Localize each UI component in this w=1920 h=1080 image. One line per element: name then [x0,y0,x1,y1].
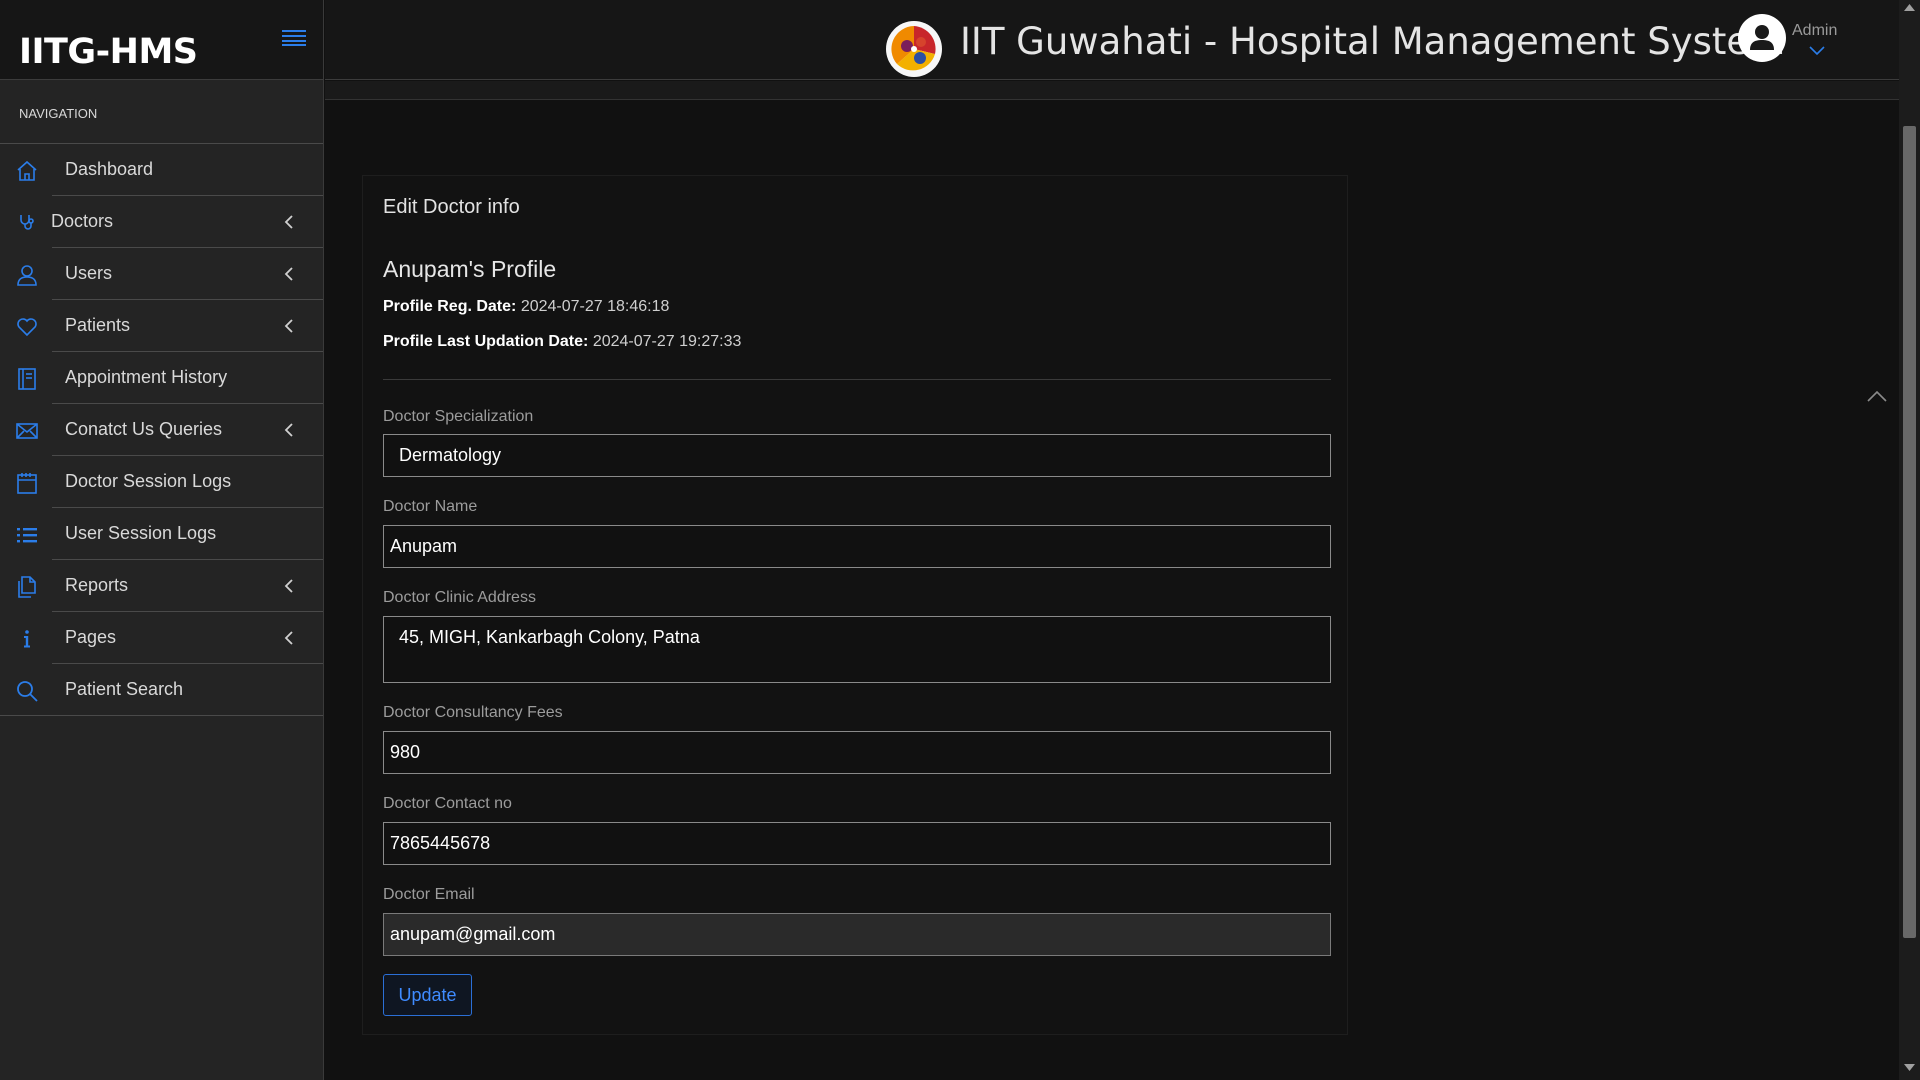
info-icon [24,630,30,648]
home-icon [17,160,37,181]
chevron-left-icon [284,215,293,229]
sidebar-item-label: Conatct Us Queries [65,419,223,439]
sidebar-item-label: Doctor Session Logs [65,471,232,491]
clinic-address-textarea[interactable]: 45, MIGH, Kankarbagh Colony, Patna [383,616,1331,683]
book-icon [18,368,36,390]
back-to-top-icon[interactable] [1866,389,1888,403]
scroll-up-arrow-icon[interactable] [1904,3,1915,11]
sidebar-item-doctors[interactable]: Doctors [20,196,323,248]
page-scrollbar[interactable] [1899,0,1920,1080]
sidebar-item-contact-queries[interactable]: Conatct Us Queries [16,404,323,456]
sidebar-item-pages[interactable]: Pages [24,612,323,664]
sidebar-item-label: Appointment History [65,367,228,387]
specialization-label: Doctor Specialization [383,408,534,425]
chevron-left-icon [284,267,293,281]
sidebar-item-label: Doctors [51,211,114,231]
panel-heading: Edit Doctor info [383,196,520,218]
sidebar-item-doctor-session-logs[interactable]: Doctor Session Logs [17,456,323,508]
app-title: IIT Guwahati - Hospital Management Syste… [960,20,1786,63]
avatar[interactable] [1738,14,1786,62]
user-icon [17,265,37,286]
chevron-left-icon [284,631,293,645]
brand-name[interactable]: IITG-HMS [19,32,198,72]
chevron-left-icon [284,423,293,437]
chevron-down-icon[interactable] [1808,44,1826,56]
reg-date-label: Profile Reg. Date: [383,298,517,315]
doctor-name-input[interactable] [383,525,1331,568]
divider [383,379,1331,380]
sidebar-item-label: Reports [65,575,129,595]
sidebar-item-label: Users [65,263,113,283]
list-icon [17,528,37,543]
brand-area: IITG-HMS [0,0,323,80]
sidebar-item-label: Dashboard [65,159,154,179]
scrollbar-thumb[interactable] [1903,126,1916,938]
sidebar-item-user-session-logs[interactable]: User Session Logs [17,508,323,560]
profile-update-date: Profile Last Updation Date: 2024-07-27 1… [383,333,741,351]
sidebar-item-label: User Session Logs [65,523,217,543]
email-field[interactable] [383,913,1331,956]
contact-no-label: Doctor Contact no [383,795,512,812]
chevron-left-icon [284,319,293,333]
scroll-down-arrow-icon[interactable] [1904,1064,1915,1072]
update-button[interactable]: Update [383,974,472,1016]
contact-no-input[interactable] [383,822,1331,865]
sidebar-item-label: Patient Search [65,679,184,699]
update-date-value: 2024-07-27 19:27:33 [592,333,742,350]
nav-heading: NAVIGATION [0,80,323,144]
sidebar-item-label: Patients [65,315,131,335]
nav-list: Dashboard Doctors Users Patients Appoint… [0,144,323,716]
menu-toggle-icon[interactable] [282,30,306,46]
update-date-label: Profile Last Updation Date: [383,333,589,350]
heart-icon [17,318,37,337]
search-icon [17,681,38,702]
institute-logo [886,21,942,77]
specialization-select[interactable] [383,434,1331,477]
sidebar-item-reports[interactable]: Reports [18,560,323,612]
chevron-left-icon [284,579,293,593]
profile-reg-date: Profile Reg. Date: 2024-07-27 18:46:18 [383,298,669,316]
sub-bar [325,81,1899,100]
sidebar-item-users[interactable]: Users [17,248,323,300]
stethoscope-icon [20,215,34,230]
consultancy-fees-input[interactable] [383,731,1331,774]
doctor-name-label: Doctor Name [383,498,478,515]
email-label: Doctor Email [383,886,475,903]
user-avatar-icon [1750,25,1774,50]
sidebar-item-dashboard[interactable]: Dashboard [17,144,323,196]
sidebar-item-patients[interactable]: Patients [17,300,323,352]
sidebar-item-patient-search[interactable]: Patient Search [0,664,323,716]
edit-doctor-panel: Edit Doctor info Anupam's Profile Profil… [362,175,1348,1035]
sidebar-item-appointment-history[interactable]: Appointment History [18,352,323,404]
user-label[interactable]: Admin [1792,22,1837,40]
calendar-icon [17,473,37,494]
reg-date-value: 2024-07-27 18:46:18 [520,298,670,315]
clinic-address-label: Doctor Clinic Address [383,589,536,606]
consultancy-fees-label: Doctor Consultancy Fees [383,704,563,721]
profile-title: Anupam's Profile [383,256,557,282]
envelope-icon [16,423,38,439]
files-icon [18,576,36,598]
sidebar-item-label: Pages [65,627,117,647]
sidebar: IITG-HMS NAVIGATION Dashboard Doctors Us… [0,0,324,1080]
